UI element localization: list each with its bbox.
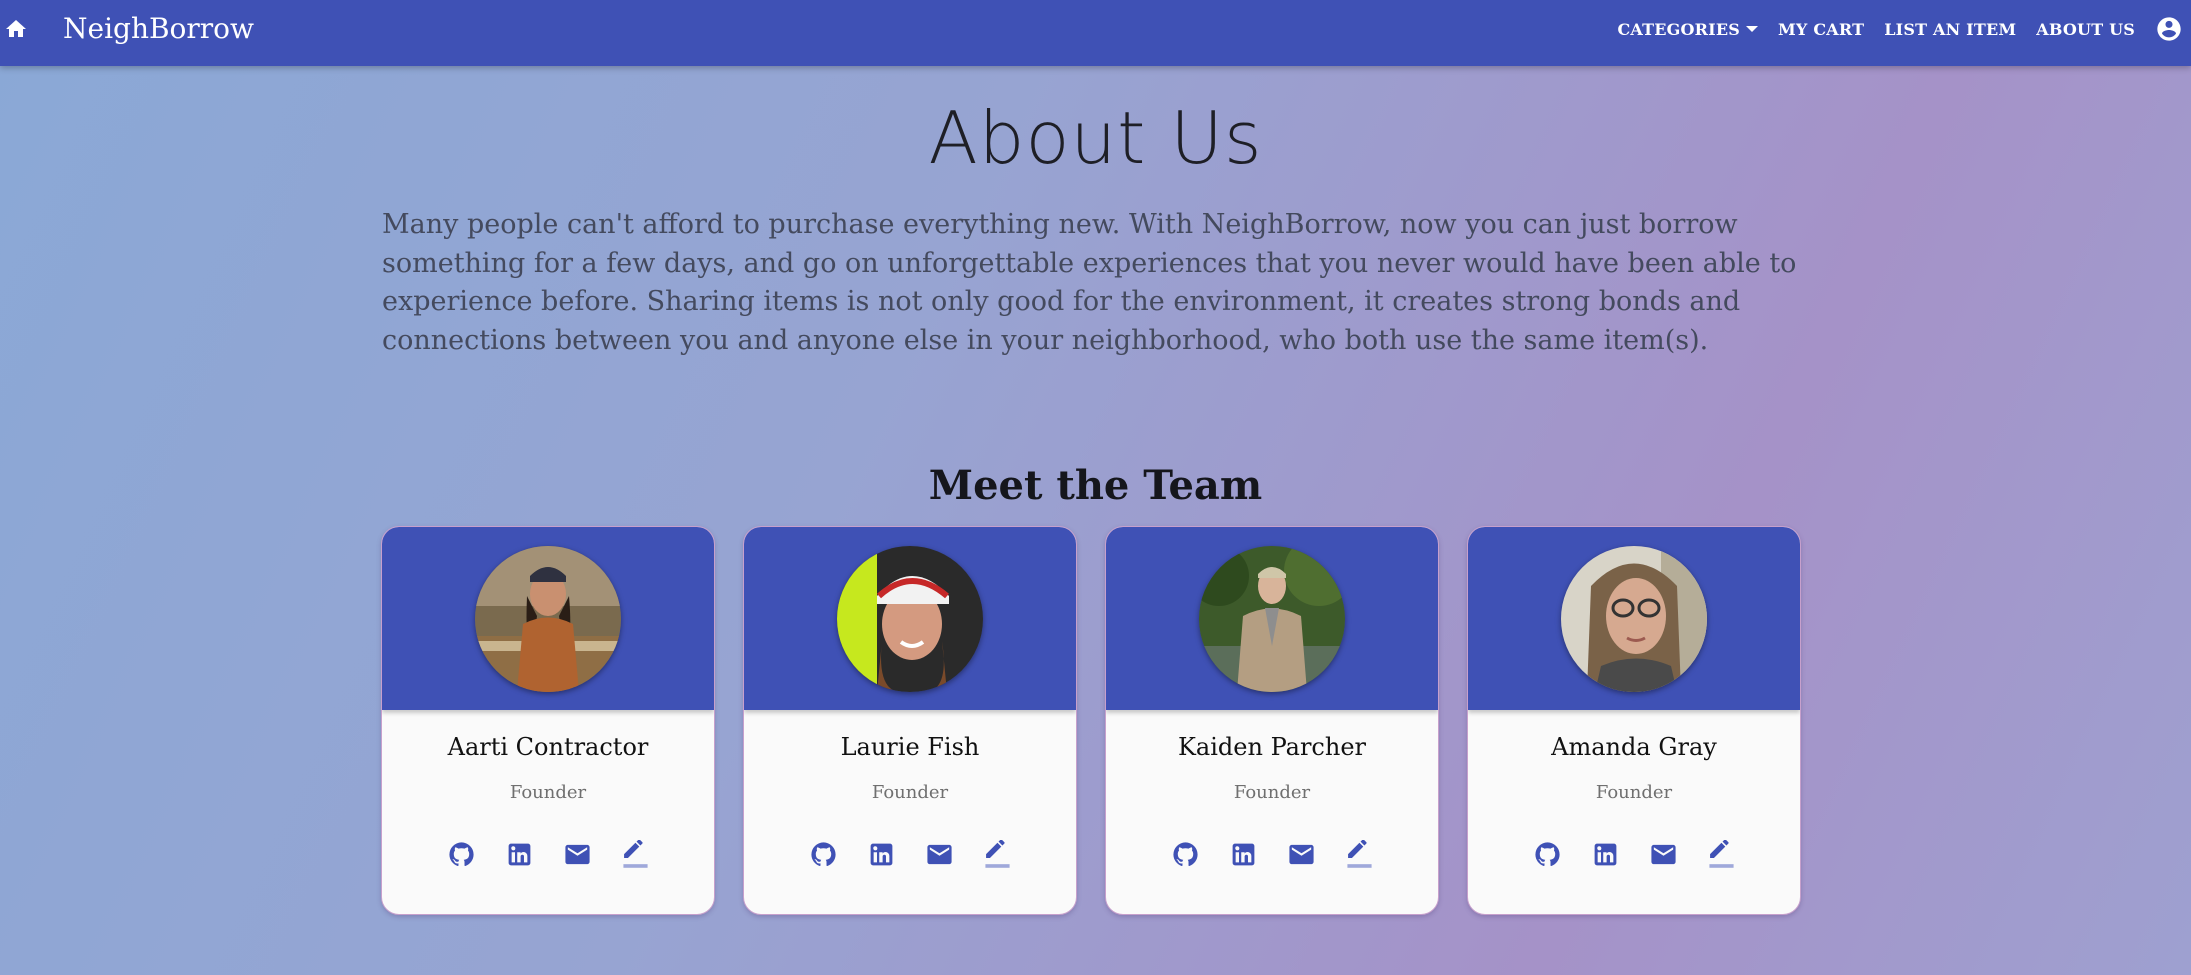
member-name: Aarti Contractor — [447, 733, 649, 761]
nav-categories-dropdown[interactable]: CATEGORIES — [1618, 20, 1759, 39]
linkedin-icon[interactable] — [505, 840, 534, 869]
avatar — [1561, 546, 1707, 692]
team-card: Aarti Contractor Founder — [381, 526, 715, 915]
card-header — [744, 527, 1076, 710]
avatar — [1199, 546, 1345, 692]
member-role: Founder — [1595, 782, 1673, 803]
avatar — [475, 546, 621, 692]
edit-pencil-icon[interactable] — [983, 840, 1012, 869]
page-title: About Us — [928, 96, 1263, 180]
avatar — [837, 546, 983, 692]
edit-pencil-icon[interactable] — [1345, 840, 1374, 869]
team-card: Laurie Fish Founder — [743, 526, 1077, 915]
social-links — [382, 840, 714, 869]
edit-pencil-icon[interactable] — [1707, 840, 1736, 869]
email-icon[interactable] — [563, 840, 592, 869]
email-icon[interactable] — [925, 840, 954, 869]
team-card: Amanda Gray Founder — [1467, 526, 1801, 915]
github-icon[interactable] — [809, 840, 838, 869]
linkedin-icon[interactable] — [867, 840, 896, 869]
member-name: Laurie Fish — [840, 733, 980, 761]
member-name: Amanda Gray — [1551, 733, 1717, 761]
home-icon[interactable] — [4, 17, 28, 41]
card-header — [1106, 527, 1438, 710]
nav-links: CATEGORIES MY CART LIST AN ITEM ABOUT US — [1618, 0, 2191, 58]
email-icon[interactable] — [1287, 840, 1316, 869]
account-circle-icon[interactable] — [2155, 15, 2183, 43]
member-name: Kaiden Parcher — [1178, 733, 1366, 761]
social-links — [1106, 840, 1438, 869]
card-header — [1468, 527, 1800, 710]
card-header — [382, 527, 714, 710]
linkedin-icon[interactable] — [1591, 840, 1620, 869]
intro-paragraph: Many people can't afford to purchase eve… — [382, 209, 1797, 356]
top-navbar: NeighBorrow CATEGORIES MY CART LIST AN I… — [0, 0, 2191, 66]
social-links — [744, 840, 1076, 869]
caret-down-icon — [1746, 26, 1759, 32]
member-role: Founder — [509, 782, 587, 803]
email-icon[interactable] — [1649, 840, 1678, 869]
nav-my-cart[interactable]: MY CART — [1778, 20, 1864, 39]
github-icon[interactable] — [1171, 840, 1200, 869]
brand-logo[interactable]: NeighBorrow — [63, 12, 254, 45]
nav-about-us[interactable]: ABOUT US — [2036, 20, 2135, 39]
edit-pencil-icon[interactable] — [621, 840, 650, 869]
nav-categories-label: CATEGORIES — [1617, 19, 1741, 39]
team-card: Kaiden Parcher Founder — [1105, 526, 1439, 915]
github-icon[interactable] — [447, 840, 476, 869]
team-heading: Meet the Team — [928, 462, 1263, 509]
member-role: Founder — [1233, 782, 1311, 803]
github-icon[interactable] — [1533, 840, 1562, 869]
team-cards: Aarti Contractor Founder Laurie Fish Fou… — [381, 526, 1801, 915]
member-role: Founder — [871, 782, 949, 803]
linkedin-icon[interactable] — [1229, 840, 1258, 869]
social-links — [1468, 840, 1800, 869]
nav-list-item[interactable]: LIST AN ITEM — [1884, 20, 2016, 39]
